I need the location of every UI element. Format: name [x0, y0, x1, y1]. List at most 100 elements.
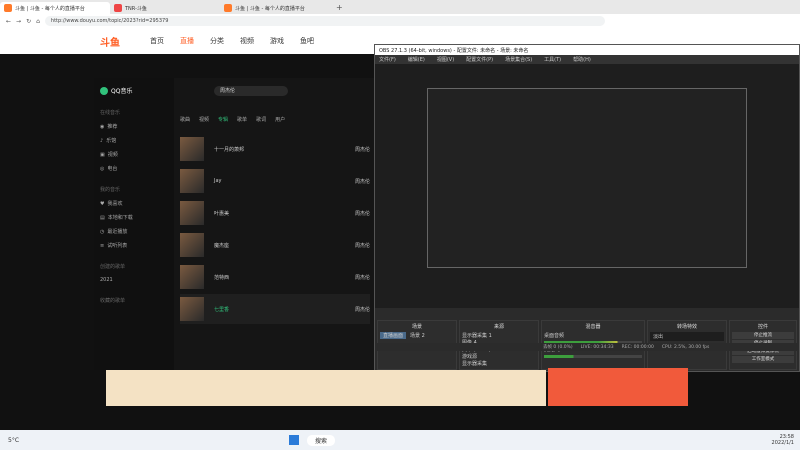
sidebar-item-recommend[interactable]: ◉ 推荐	[100, 123, 168, 131]
radio-icon: ◎	[100, 165, 105, 172]
refresh-icon[interactable]: ↻	[26, 18, 31, 25]
disc-icon: ◉	[100, 123, 105, 130]
home-icon[interactable]: ⌂	[36, 18, 40, 25]
obs-status-bar: 丢帧 0 (0.0%) LIVE: 00:34:33 REC: 00:00:00…	[375, 343, 799, 351]
preview-capture	[427, 88, 747, 268]
nav-category[interactable]: 分类	[210, 36, 224, 46]
scene-item[interactable]: 场景 2	[410, 332, 425, 339]
rec-time: REC: 00:00:00	[621, 344, 654, 350]
forward-icon[interactable]: →	[16, 18, 21, 25]
album-cover	[180, 297, 204, 321]
section-header: 在线音乐	[100, 110, 121, 116]
menu-tools[interactable]: 工具(T)	[544, 56, 561, 63]
sidebar-item-local[interactable]: ▤ 本地和下载	[100, 214, 168, 222]
album-cover	[180, 233, 204, 257]
video-icon: ▣	[100, 151, 105, 158]
taskbar-search[interactable]: 搜索	[307, 434, 336, 446]
obs-title: OBS 27.1.3 (64-bit, windows) - 配置文件: 未命名…	[375, 45, 799, 55]
album-row[interactable]: 魔杰座 周杰伦	[180, 230, 370, 260]
menu-edit[interactable]: 编辑(E)	[408, 56, 425, 63]
douyu-icon	[224, 4, 232, 12]
douyu-icon	[4, 4, 12, 12]
qq-search-input[interactable]: 周杰伦	[214, 86, 288, 96]
browser-tab[interactable]: TNR-斗鱼	[110, 2, 220, 14]
section-header: 我的音乐	[100, 187, 121, 193]
weather-widget[interactable]: 5°C	[8, 437, 19, 444]
promo-panel[interactable]	[548, 368, 688, 406]
sidebar-item-liked[interactable]: ♥ 我喜欢	[100, 200, 168, 208]
qq-sidebar: QQ音乐 在线音乐 ◉ 推荐 ♪ 乐馆 ▣ 视频 ◎ 电台 我的音乐 ♥ 我喜欢 ▤ 本地和…	[94, 78, 174, 370]
obs-preview[interactable]	[375, 64, 799, 308]
album-row[interactable]: 七里香 周杰伦	[180, 294, 370, 324]
sidebar-item-trial[interactable]: ≡ 试听列表	[100, 242, 168, 250]
back-icon[interactable]: ←	[6, 18, 11, 25]
menu-view[interactable]: 视图(V)	[437, 56, 454, 63]
cpu-fps: CPU: 2.5%, 30.00 fps	[661, 344, 710, 350]
windows-taskbar: 5°C 搜索 23:58 2022/1/1	[0, 430, 800, 450]
address-input[interactable]: http://www.douyu.com/topic/2023?rid=2953…	[44, 16, 605, 26]
gift-bar[interactable]	[106, 370, 546, 406]
menu-file[interactable]: 文件(F)	[379, 56, 396, 63]
stop-stream-button[interactable]: 停止推流	[732, 332, 794, 339]
site-logo[interactable]: 斗鱼	[100, 34, 120, 49]
tab-playlists[interactable]: 歌单	[237, 116, 247, 123]
browser-tab-bar: 斗鱼 | 斗鱼 - 每个人的直播平台 TNR-斗鱼 斗鱼 | 斗鱼 - 每个人的…	[0, 0, 800, 14]
qqmusic-icon	[100, 86, 108, 95]
qq-main: 周杰伦 歌曲 视频 专辑 歌单 歌词 用户 十一月的萧邦 周杰伦 Jay 周杰伦 叶…	[174, 78, 416, 370]
source-item[interactable]: 游戏源	[462, 353, 536, 360]
download-icon: ▤	[100, 214, 105, 221]
address-bar-row: ← → ↻ ⌂ http://www.douyu.com/topic/2023?rid…	[0, 14, 800, 28]
list-icon: ≡	[100, 242, 105, 249]
heart-icon: ♥	[100, 200, 105, 207]
tab-users[interactable]: 用户	[275, 116, 285, 123]
album-row[interactable]: 十一月的萧邦 周杰伦	[180, 134, 370, 164]
obs-menu: 文件(F) 编辑(E) 视图(V) 配置文件(P) 场景集合(S) 工具(T) …	[375, 55, 799, 64]
volume-meter[interactable]	[544, 355, 642, 358]
nav-home[interactable]: 首页	[150, 36, 164, 46]
obs-window: OBS 27.1.3 (64-bit, windows) - 配置文件: 未命名…	[374, 44, 800, 372]
mixer-channel: 桌面音频	[544, 333, 565, 339]
live-time: LIVE: 00:34:33	[580, 344, 614, 350]
qq-music-window: QQ音乐 在线音乐 ◉ 推荐 ♪ 乐馆 ▣ 视频 ◎ 电台 我的音乐 ♥ 我喜欢 ▤ 本地和…	[94, 78, 416, 370]
studio-mode-button[interactable]: 工作室模式	[732, 356, 794, 363]
menu-profile[interactable]: 配置文件(P)	[466, 56, 493, 63]
nav-video[interactable]: 视频	[240, 36, 254, 46]
tab-albums[interactable]: 专辑	[218, 116, 228, 123]
album-row[interactable]: 叶惠美 周杰伦	[180, 198, 370, 228]
sidebar-item-radio[interactable]: ◎ 电台	[100, 165, 168, 173]
album-cover	[180, 137, 204, 161]
browser-tab[interactable]: 斗鱼 | 斗鱼 - 每个人的直播平台	[0, 2, 110, 14]
album-cover	[180, 169, 204, 193]
scene-item[interactable]: 直播画面	[380, 332, 407, 339]
browser-tab[interactable]: 斗鱼 | 斗鱼 - 每个人的直播平台	[220, 2, 330, 14]
menu-scene-collection[interactable]: 场景集合(S)	[505, 56, 532, 63]
tab-videos[interactable]: 视频	[199, 116, 209, 123]
category-tabs: 歌曲 视频 专辑 歌单 歌词 用户	[180, 116, 294, 123]
new-tab-button[interactable]: +	[336, 3, 343, 12]
tab-songs[interactable]: 歌曲	[180, 116, 190, 123]
nav-game[interactable]: 游戏	[270, 36, 284, 46]
transition-select[interactable]: 淡出	[650, 332, 724, 341]
album-cover	[180, 201, 204, 225]
sidebar-item-video[interactable]: ▣ 视频	[100, 151, 168, 159]
clock-icon: ◷	[100, 228, 105, 235]
nav-yuba[interactable]: 鱼吧	[300, 36, 314, 46]
menu-help[interactable]: 帮助(H)	[573, 56, 591, 63]
start-icon[interactable]	[289, 435, 300, 445]
album-row[interactable]: Jay 周杰伦	[180, 166, 370, 196]
sidebar-item-recent[interactable]: ◷ 最近播放	[100, 228, 168, 236]
source-item[interactable]: 显示器采集 1	[462, 332, 536, 339]
audio-icon	[114, 4, 122, 12]
album-cover	[180, 265, 204, 289]
clock: 23:58 2022/1/1	[771, 434, 794, 446]
tab-lyrics[interactable]: 歌词	[256, 116, 266, 123]
qq-title: QQ音乐	[111, 88, 133, 95]
nav-live[interactable]: 直播	[180, 36, 194, 46]
playlist-2021[interactable]: 2021	[100, 277, 168, 283]
sidebar-item-hall[interactable]: ♪ 乐馆	[100, 137, 168, 145]
album-row[interactable]: 范特西 周杰伦	[180, 262, 370, 292]
section-header: 收藏的歌单	[100, 298, 126, 304]
section-header: 创建的歌单	[100, 264, 126, 270]
source-item[interactable]: 显示器采集	[462, 360, 536, 367]
dropped-frames: 丢帧 0 (0.0%)	[543, 345, 573, 350]
